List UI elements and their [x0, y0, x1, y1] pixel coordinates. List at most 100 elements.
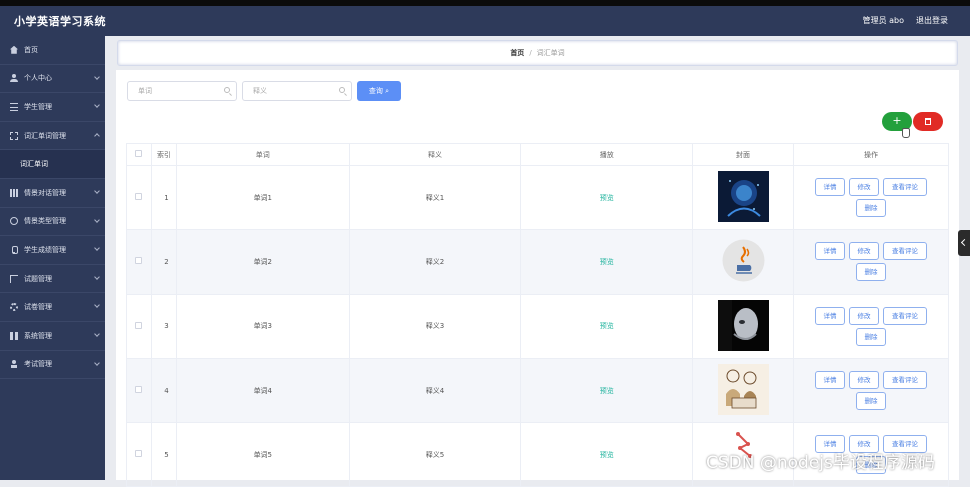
play-preview-link[interactable]: 预览 [600, 451, 614, 459]
sidebar-item-exam-mgmt[interactable]: 考试管理 [0, 351, 105, 380]
row-word: 单词1 [175, 164, 350, 231]
meaning-search-placeholder: 释义 [253, 87, 267, 95]
logout-link[interactable]: 退出登录 [916, 15, 948, 26]
bracket-icon [10, 274, 18, 283]
delete-button[interactable]: 删除 [856, 327, 886, 346]
watermark: CSDN @nodejs毕设程序源码 [706, 453, 935, 473]
cover-image [717, 171, 769, 223]
gear-icon [10, 303, 18, 312]
play-preview-link[interactable]: 预览 [600, 387, 614, 395]
sidebar-item-label: 学生管理 [24, 102, 52, 111]
play-preview-link[interactable]: 预览 [600, 322, 614, 330]
view-comments-button[interactable]: 查看评论 [883, 178, 927, 197]
sidebar-item-label: 学生成绩管理 [24, 245, 66, 254]
row-meaning: 释义5 [348, 422, 522, 487]
detail-button[interactable]: 详情 [815, 178, 845, 197]
row-index: 2 [150, 229, 177, 295]
row-word: 单词5 [175, 422, 350, 487]
delete-button[interactable]: 删除 [856, 199, 886, 218]
select-all-checkbox[interactable] [135, 150, 143, 157]
mouse-cursor-icon [902, 128, 910, 138]
vocab-table: 索引 单词 释义 播放 封面 操作 1 单词1 释义1 预览 详情 修改 查看评… [126, 143, 949, 487]
detail-button[interactable]: 详情 [815, 306, 845, 325]
row-index: 3 [150, 293, 177, 359]
sidebar-item-label: 词汇单词管理 [24, 131, 66, 140]
sidebar-item-student-mgmt[interactable]: 学生管理 [0, 93, 105, 122]
edit-button[interactable]: 修改 [849, 178, 879, 197]
row-word: 单词3 [175, 293, 350, 359]
meaning-search-input[interactable]: 释义 [242, 81, 352, 101]
table-row: 4 单词4 释义4 预览 详情 修改 查看评论 删除 [126, 357, 949, 424]
circle-icon [10, 217, 18, 226]
header-index: 索引 [150, 143, 177, 166]
sidebar-item-scene-type-mgmt[interactable]: 情景类型管理 [0, 208, 105, 237]
row-index: 5 [150, 422, 177, 487]
sidebar-item-label: 首页 [24, 45, 38, 54]
sidebar-item-question-mgmt[interactable]: 试题管理 [0, 265, 105, 294]
row-actions: 详情 修改 查看评论 删除 [801, 306, 941, 346]
row-checkbox[interactable] [135, 450, 143, 458]
row-checkbox[interactable] [135, 386, 143, 394]
grid-icon [10, 188, 18, 197]
delete-button[interactable]: 删除 [856, 392, 886, 411]
header-bar: 小学英语学习系统 管理员 abo 退出登录 [0, 6, 970, 36]
header-play: 播放 [520, 143, 694, 166]
cover-image [717, 364, 769, 416]
delete-button[interactable]: 删除 [856, 263, 886, 282]
user-icon [10, 74, 18, 83]
list-icon [10, 102, 18, 111]
header-select-all[interactable] [126, 143, 152, 166]
sidebar-item-system-mgmt[interactable]: 系统管理 [0, 322, 105, 351]
row-word: 单词4 [175, 357, 350, 424]
app-title: 小学英语学习系统 [14, 15, 106, 28]
play-preview-link[interactable]: 预览 [600, 194, 614, 202]
edit-button[interactable]: 修改 [849, 242, 879, 261]
query-button[interactable]: 查询 ⌕ [357, 81, 401, 101]
row-checkbox[interactable] [135, 193, 143, 201]
edit-button[interactable]: 修改 [849, 306, 879, 325]
search-icon: ⌕ [385, 87, 390, 95]
home-icon [10, 45, 18, 54]
word-search-input[interactable]: 单词 [127, 81, 237, 101]
admin-label: 管理员 abo [862, 16, 904, 25]
sidebar-item-label: 词汇单词 [20, 160, 48, 169]
sidebar-item-dialogue-mgmt[interactable]: 情景对话管理 [0, 179, 105, 208]
breadcrumb: 首页 / 词汇单词 [117, 40, 958, 66]
sidebar-item-paper-mgmt[interactable]: 试卷管理 [0, 293, 105, 322]
chevron-down-icon [94, 216, 100, 223]
person-icon [10, 360, 18, 369]
trash-icon [925, 118, 931, 125]
sidebar-item-score-mgmt[interactable]: 学生成绩管理 [0, 236, 105, 265]
chevron-down-icon [94, 302, 100, 309]
detail-button[interactable]: 详情 [815, 371, 845, 390]
header-user-area: 管理员 abo 退出登录 [863, 15, 948, 26]
sidebar-item-vocab-words[interactable]: 词汇单词 [0, 150, 105, 179]
cover-image [722, 239, 765, 282]
row-index: 4 [150, 357, 177, 424]
chevron-down-icon [94, 102, 100, 109]
sidebar-item-label: 考试管理 [24, 360, 52, 369]
chevron-down-icon [94, 331, 100, 337]
collapse-panel-tab[interactable] [958, 230, 970, 256]
view-comments-button[interactable]: 查看评论 [883, 306, 927, 325]
header-cover: 封面 [692, 143, 794, 166]
row-meaning: 释义4 [348, 357, 522, 424]
batch-delete-button[interactable] [913, 112, 943, 131]
table-row: 2 单词2 释义2 预览 详情 修改 查看评论 删除 [126, 229, 949, 295]
row-index: 1 [150, 164, 177, 231]
row-checkbox[interactable] [135, 321, 143, 329]
view-comments-button[interactable]: 查看评论 [883, 371, 927, 390]
sidebar-item-vocab-mgmt[interactable]: 词汇单词管理 [0, 122, 105, 151]
header-meaning: 释义 [348, 143, 522, 166]
edit-button[interactable]: 修改 [849, 371, 879, 390]
row-checkbox[interactable] [135, 257, 143, 265]
sidebar-item-personal-center[interactable]: 个人中心 [0, 65, 105, 94]
sidebar-item-label: 情景对话管理 [24, 188, 66, 197]
play-preview-link[interactable]: 预览 [600, 258, 614, 266]
detail-button[interactable]: 详情 [815, 242, 845, 261]
chevron-up-icon [94, 132, 100, 139]
sidebar-item-home[interactable]: 首页 [0, 36, 105, 65]
row-actions: 详情 修改 查看评论 删除 [801, 242, 941, 282]
view-comments-button[interactable]: 查看评论 [883, 242, 927, 261]
breadcrumb-home[interactable]: 首页 [510, 48, 524, 58]
